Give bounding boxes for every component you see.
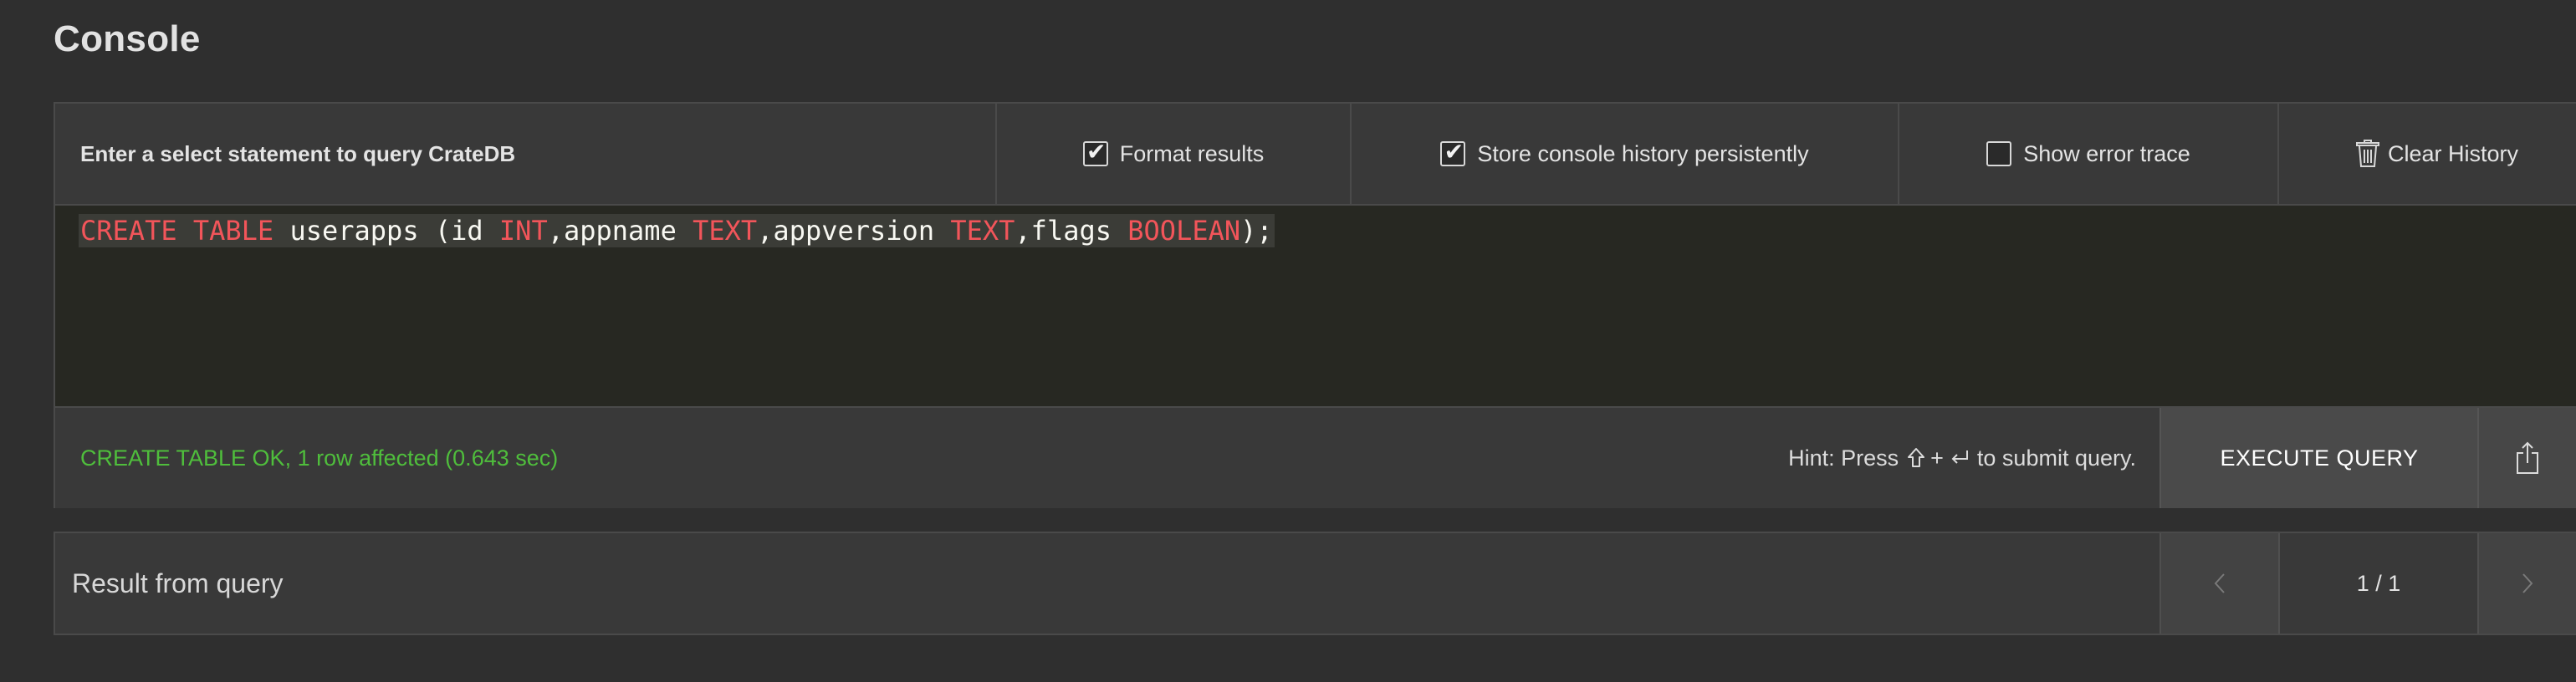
hint-suffix: to submit query. — [1976, 445, 2136, 471]
sql-text: ,appversion — [757, 215, 951, 247]
checkmark-icon: ✔ — [1086, 139, 1107, 165]
hint-plus: + — [1930, 445, 1944, 471]
sql-keyword: TEXT — [950, 215, 1015, 247]
clear-history-label: Clear History — [2388, 140, 2519, 166]
clear-history-button[interactable]: Clear History — [2279, 104, 2576, 204]
sql-text: ,flags — [1015, 215, 1128, 247]
return-key-icon — [1949, 448, 1970, 468]
share-icon — [2515, 441, 2540, 475]
hint-prefix: Hint: Press — [1788, 445, 1899, 471]
status-bar: CREATE TABLE OK, 1 row affected (0.643 s… — [55, 408, 2576, 508]
page-title: Console — [54, 18, 201, 59]
share-button[interactable] — [2477, 408, 2576, 508]
store-history-toggle[interactable]: ✔ Store console history persistently — [1352, 104, 1899, 204]
format-results-toggle[interactable]: ✔ Format results — [997, 104, 1352, 204]
sql-text: ); — [1240, 215, 1273, 247]
format-results-label: Format results — [1119, 140, 1265, 166]
console-panel: Enter a select statement to query CrateD… — [54, 102, 2576, 508]
chevron-left-icon — [2213, 573, 2226, 594]
store-history-label: Store console history persistently — [1477, 140, 1809, 166]
trash-icon — [2356, 140, 2379, 168]
chevron-right-icon — [2521, 573, 2534, 594]
sql-keyword: TEXT — [693, 215, 758, 247]
shift-key-icon — [1907, 447, 1925, 469]
result-title: Result from query — [72, 567, 284, 598]
previous-page-button[interactable] — [2159, 533, 2278, 634]
sql-text: userapps (id — [273, 215, 499, 247]
show-error-trace-toggle[interactable]: Show error trace — [1899, 104, 2279, 204]
result-panel: Result from query 1 / 1 — [54, 532, 2576, 635]
page-indicator: 1 / 1 — [2278, 533, 2477, 634]
query-prompt: Enter a select statement to query CrateD… — [55, 104, 997, 204]
sql-text: ,appname — [547, 215, 693, 247]
console-page: Console Enter a select statement to quer… — [0, 0, 2576, 682]
console-toolbar: Enter a select statement to query CrateD… — [55, 104, 2576, 206]
show-error-trace-checkbox[interactable] — [1986, 141, 2012, 166]
sql-keyword: INT — [498, 215, 548, 247]
show-error-trace-label: Show error trace — [2023, 140, 2190, 166]
execute-query-button[interactable]: EXECUTE QUERY — [2159, 408, 2477, 508]
next-page-button[interactable] — [2477, 533, 2576, 634]
checkmark-icon: ✔ — [1444, 139, 1464, 165]
submit-hint: Hint: Press + to submit query. — [1788, 408, 2159, 508]
sql-keyword: BOOLEAN — [1127, 215, 1241, 247]
sql-editor[interactable]: CREATE TABLE userapps (id INT,appname TE… — [55, 206, 2576, 408]
sql-keyword: CREATE TABLE — [80, 215, 274, 247]
store-history-checkbox[interactable]: ✔ — [1440, 139, 1466, 166]
format-results-checkbox[interactable]: ✔ — [1082, 139, 1108, 166]
status-message: CREATE TABLE OK, 1 row affected (0.643 s… — [80, 445, 559, 471]
sql-code-line[interactable]: CREATE TABLE userapps (id INT,appname TE… — [79, 214, 1275, 247]
